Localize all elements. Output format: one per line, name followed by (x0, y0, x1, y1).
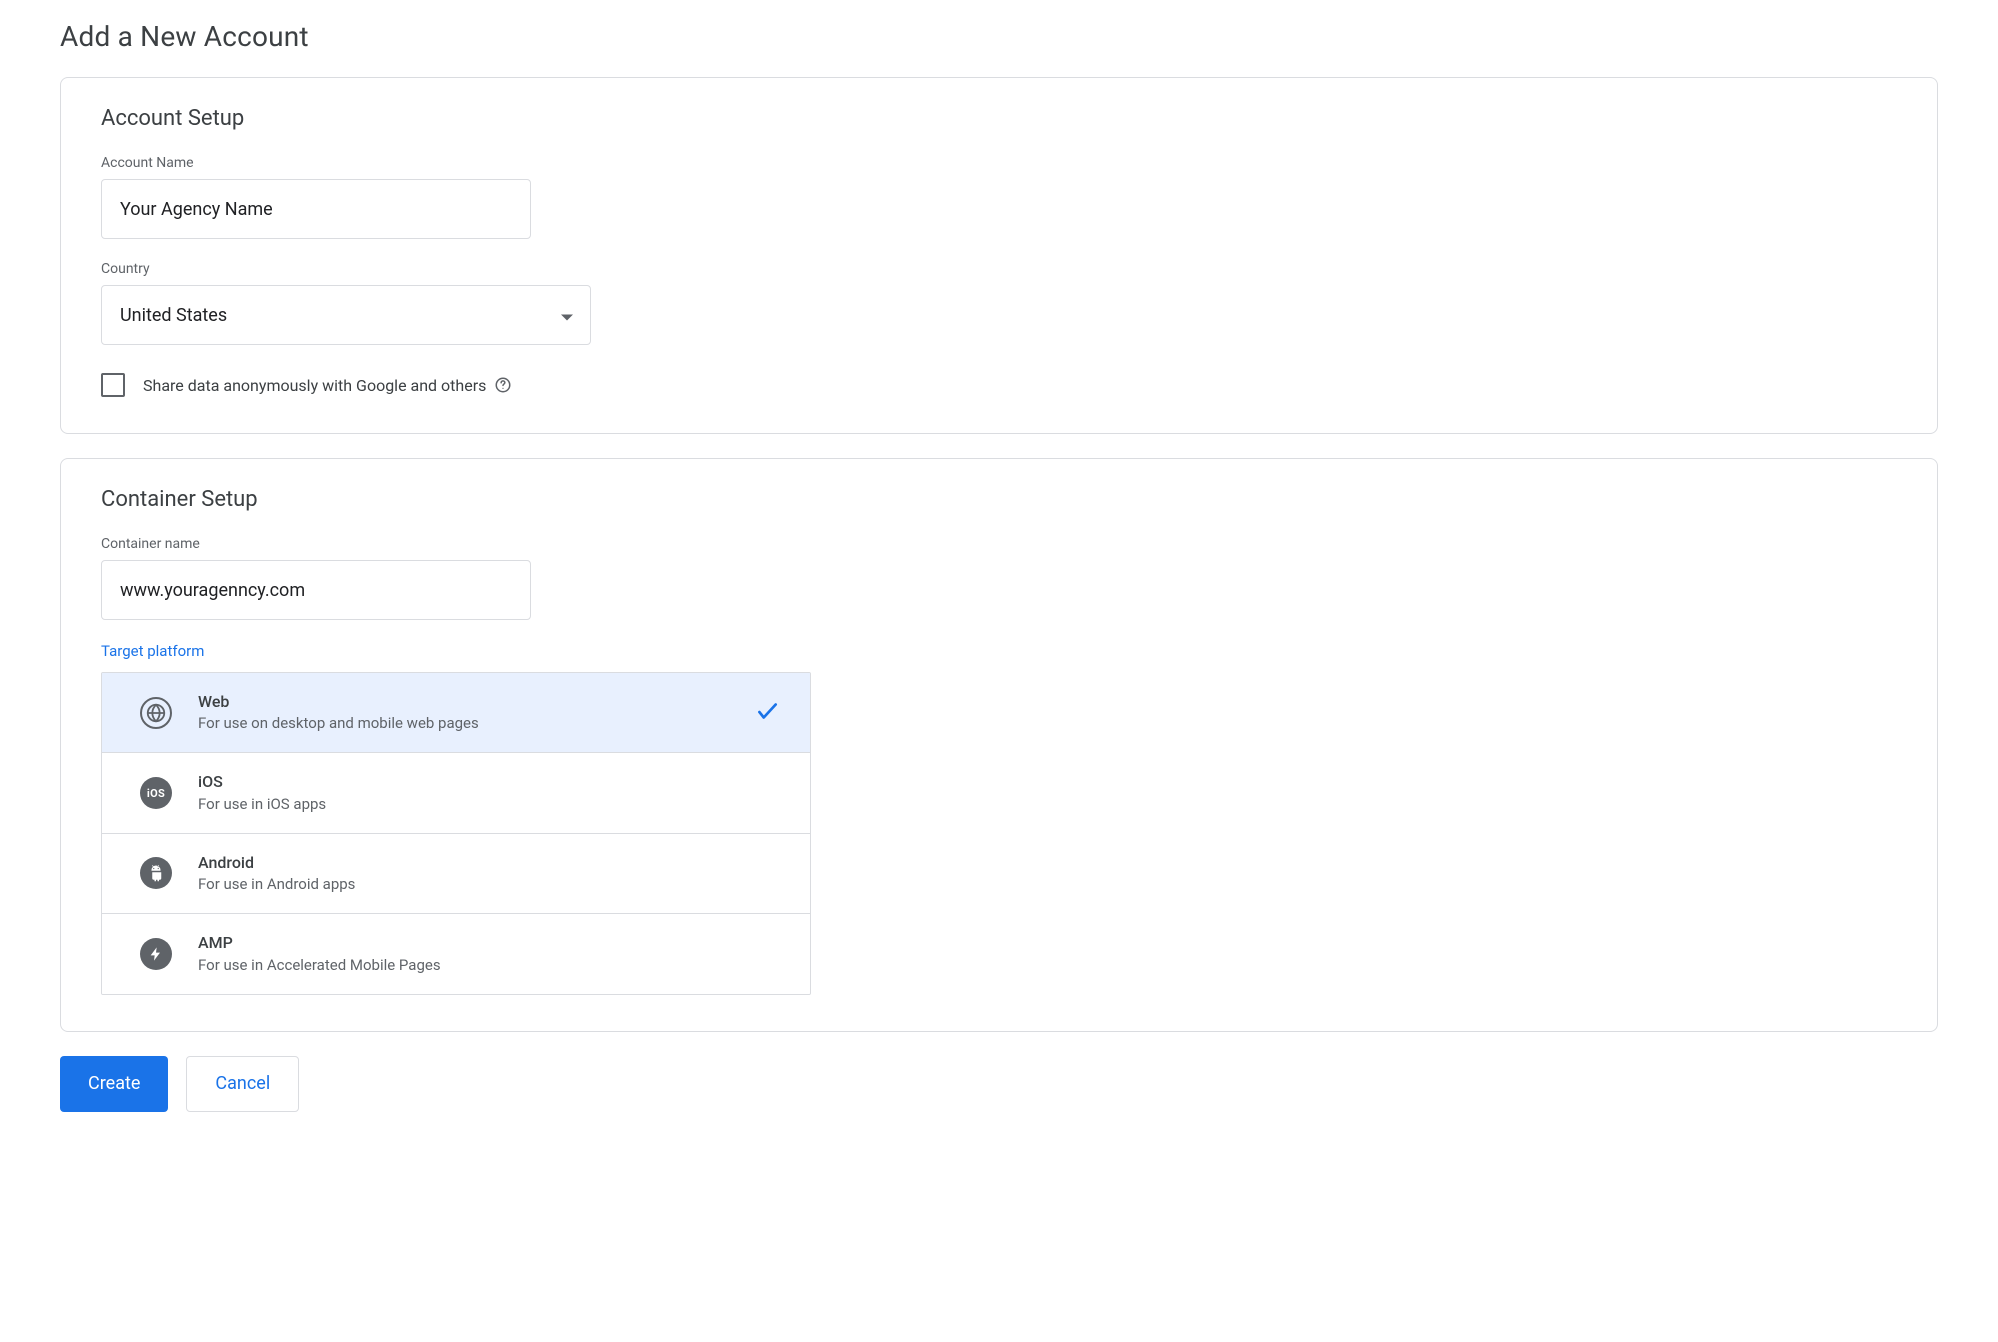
check-icon (754, 698, 780, 728)
platform-name: Web (198, 691, 786, 713)
platform-desc: For use on desktop and mobile web pages (198, 713, 786, 734)
container-name-label: Container name (101, 536, 1897, 552)
container-setup-title: Container Setup (101, 487, 1897, 512)
account-name-label: Account Name (101, 155, 1897, 171)
share-data-label: Share data anonymously with Google and o… (143, 376, 512, 395)
cancel-button[interactable]: Cancel (186, 1056, 299, 1112)
platform-desc: For use in iOS apps (198, 794, 786, 815)
platform-desc: For use in Accelerated Mobile Pages (198, 955, 786, 976)
ios-icon: iOS (140, 777, 172, 809)
country-label: Country (101, 261, 1897, 277)
create-button[interactable]: Create (60, 1056, 168, 1112)
platform-name: Android (198, 852, 786, 874)
platform-item-android[interactable]: Android For use in Android apps (102, 834, 810, 914)
platform-list: Web For use on desktop and mobile web pa… (101, 672, 811, 995)
account-setup-card: Account Setup Account Name Country Unite… (60, 77, 1938, 434)
platform-item-amp[interactable]: AMP For use in Accelerated Mobile Pages (102, 914, 810, 993)
container-name-input[interactable] (101, 560, 531, 620)
platform-name: iOS (198, 771, 786, 793)
account-setup-title: Account Setup (101, 106, 1897, 131)
platform-item-ios[interactable]: iOS iOS For use in iOS apps (102, 753, 810, 833)
platform-item-web[interactable]: Web For use on desktop and mobile web pa… (102, 673, 810, 753)
amp-icon (140, 938, 172, 970)
share-data-checkbox[interactable] (101, 373, 125, 397)
target-platform-label: Target platform (101, 642, 1897, 660)
container-setup-card: Container Setup Container name Target pl… (60, 458, 1938, 1032)
account-name-input[interactable] (101, 179, 531, 239)
page-title: Add a New Account (60, 20, 1938, 53)
android-icon (140, 857, 172, 889)
platform-desc: For use in Android apps (198, 874, 786, 895)
web-icon (140, 697, 172, 729)
country-select[interactable]: United States (101, 285, 591, 345)
country-value: United States (120, 305, 227, 326)
platform-name: AMP (198, 932, 786, 954)
help-icon[interactable] (494, 376, 512, 394)
